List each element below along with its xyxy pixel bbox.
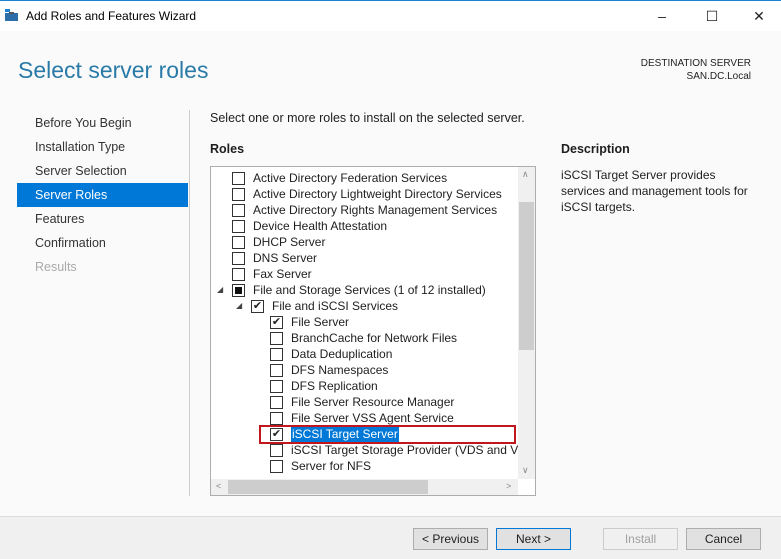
intro-text: Select one or more roles to install on t… xyxy=(210,111,525,125)
role-item[interactable]: iSCSI Target Storage Provider (VDS and V… xyxy=(211,442,519,458)
role-checkbox[interactable] xyxy=(270,364,283,377)
role-item[interactable]: ◢ ✔ File and iSCSI Services xyxy=(211,298,519,314)
nav-item-server-roles[interactable]: Server Roles xyxy=(17,183,188,207)
nav-item-features[interactable]: Features xyxy=(17,207,188,231)
scroll-right-icon[interactable]: > xyxy=(506,481,511,491)
role-item[interactable]: File Server Resource Manager xyxy=(211,394,519,410)
destination-label: DESTINATION SERVER xyxy=(640,58,751,69)
horizontal-scroll-thumb[interactable] xyxy=(228,480,428,494)
role-item[interactable]: DNS Server xyxy=(211,250,519,266)
role-item[interactable]: Fax Server xyxy=(211,266,519,282)
role-checkbox[interactable] xyxy=(232,220,245,233)
footer: < Previous Next > Install Cancel xyxy=(0,516,781,559)
role-checkbox[interactable] xyxy=(270,444,283,457)
description-heading: Description xyxy=(561,142,630,156)
role-item[interactable]: Device Health Attestation xyxy=(211,218,519,234)
maximize-button[interactable]: ☐ xyxy=(697,6,727,26)
role-label[interactable]: Active Directory Lightweight Directory S… xyxy=(253,186,502,202)
title-bar: Add Roles and Features Wizard – ☐ ✕ xyxy=(0,0,781,31)
role-label[interactable]: DHCP Server xyxy=(253,234,325,250)
role-checkbox[interactable] xyxy=(270,396,283,409)
scroll-left-icon[interactable]: < xyxy=(216,481,221,491)
role-checkbox[interactable] xyxy=(232,284,245,297)
close-button[interactable]: ✕ xyxy=(744,6,774,26)
role-label[interactable]: Fax Server xyxy=(253,266,312,282)
role-item[interactable]: DHCP Server xyxy=(211,234,519,250)
destination-server-name: SAN.DC.Local xyxy=(686,71,751,82)
vertical-scrollbar[interactable]: ∧ ∨ xyxy=(518,167,535,479)
divider xyxy=(189,110,190,496)
scroll-down-icon[interactable]: ∨ xyxy=(522,465,529,476)
role-checkbox[interactable] xyxy=(232,236,245,249)
expand-arrow-icon[interactable]: ◢ xyxy=(236,298,242,314)
install-button: Install xyxy=(603,528,678,550)
role-checkbox[interactable]: ✔ xyxy=(251,300,264,313)
role-item[interactable]: ◢ File and Storage Services (1 of 12 inst… xyxy=(211,282,519,298)
page-title: Select server roles xyxy=(18,57,209,83)
wizard-steps: Before You Begin Installation Type Server … xyxy=(17,111,188,279)
role-label[interactable]: BranchCache for Network Files xyxy=(291,330,457,346)
role-checkbox[interactable]: ✔ xyxy=(270,316,283,329)
role-label[interactable]: Server for NFS xyxy=(291,458,371,474)
server-manager-icon xyxy=(5,9,18,21)
role-label[interactable]: Data Deduplication xyxy=(291,346,392,362)
nav-item-server-selection[interactable]: Server Selection xyxy=(17,159,188,183)
role-label[interactable]: File and iSCSI Services xyxy=(272,298,398,314)
minimize-button[interactable]: – xyxy=(647,6,677,26)
description-text: iSCSI Target Server provides services an… xyxy=(561,168,748,214)
role-item[interactable]: DFS Namespaces xyxy=(211,362,519,378)
role-item[interactable]: Active Directory Federation Services xyxy=(211,170,519,186)
role-checkbox[interactable] xyxy=(270,348,283,361)
role-label[interactable]: DFS Namespaces xyxy=(291,362,388,378)
role-item[interactable]: Server for NFS xyxy=(211,458,519,474)
role-label[interactable]: File Server xyxy=(291,314,349,330)
role-checkbox[interactable] xyxy=(270,332,283,345)
role-label[interactable]: Device Health Attestation xyxy=(253,218,387,234)
role-label[interactable]: File and Storage Services (1 of 12 insta… xyxy=(253,282,486,298)
nav-item-results: Results xyxy=(35,260,77,274)
role-checkbox[interactable] xyxy=(232,252,245,265)
vertical-scroll-thumb[interactable] xyxy=(519,202,534,350)
scroll-up-icon[interactable]: ∧ xyxy=(522,169,529,180)
role-checkbox[interactable] xyxy=(232,172,245,185)
role-label[interactable]: Active Directory Rights Management Servi… xyxy=(253,202,497,218)
roles-list[interactable]: Active Directory Federation Services Acti… xyxy=(210,166,536,496)
previous-button[interactable]: < Previous xyxy=(413,528,488,550)
nav-item-before-you-begin[interactable]: Before You Begin xyxy=(17,111,188,135)
role-label[interactable]: Active Directory Federation Services xyxy=(253,170,447,186)
role-item[interactable]: Data Deduplication xyxy=(211,346,519,362)
role-item[interactable]: ✔ iSCSI Target Server xyxy=(211,425,519,444)
role-label[interactable]: File Server Resource Manager xyxy=(291,394,454,410)
role-label[interactable]: DFS Replication xyxy=(291,378,378,394)
cancel-button[interactable]: Cancel xyxy=(686,528,761,550)
role-checkbox[interactable] xyxy=(270,380,283,393)
role-item[interactable]: BranchCache for Network Files xyxy=(211,330,519,346)
next-button[interactable]: Next > xyxy=(496,528,571,550)
role-checkbox[interactable] xyxy=(270,460,283,473)
expand-arrow-icon[interactable]: ◢ xyxy=(217,282,223,298)
horizontal-scrollbar[interactable]: < > xyxy=(211,479,518,495)
window-title: Add Roles and Features Wizard xyxy=(26,9,197,23)
role-item[interactable]: Active Directory Rights Management Servi… xyxy=(211,202,519,218)
nav-item-confirmation[interactable]: Confirmation xyxy=(17,231,188,255)
role-item[interactable]: Active Directory Lightweight Directory S… xyxy=(211,186,519,202)
roles-heading: Roles xyxy=(210,142,245,156)
nav-item-installation-type[interactable]: Installation Type xyxy=(17,135,188,159)
role-label[interactable]: File Server VSS Agent Service xyxy=(291,410,454,426)
role-checkbox[interactable] xyxy=(270,412,283,425)
role-checkbox[interactable] xyxy=(232,204,245,217)
role-label[interactable]: iSCSI Target Storage Provider (VDS and V… xyxy=(291,442,519,458)
role-item[interactable]: ✔ File Server xyxy=(211,314,519,330)
role-checkbox[interactable] xyxy=(232,268,245,281)
role-label[interactable]: DNS Server xyxy=(253,250,317,266)
role-item[interactable]: DFS Replication xyxy=(211,378,519,394)
role-item[interactable]: File Server VSS Agent Service xyxy=(211,410,519,426)
role-checkbox[interactable] xyxy=(232,188,245,201)
destination-server: DESTINATION SERVER SAN.DC.Local xyxy=(641,57,751,83)
